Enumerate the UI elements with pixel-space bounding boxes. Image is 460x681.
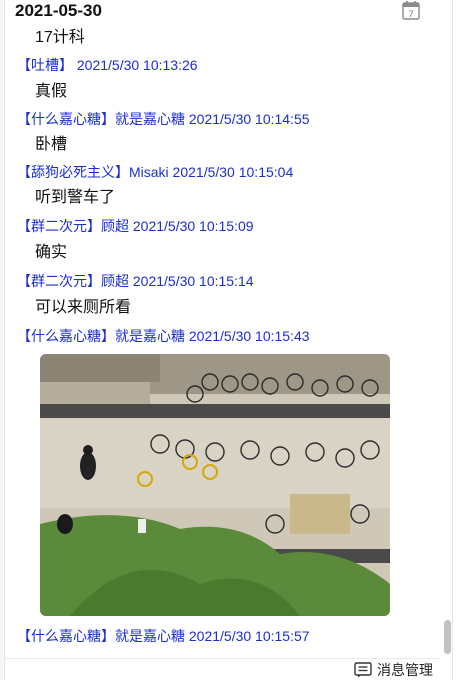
- message-header: 【群二次元】顾超 2021/5/30 10:15:14: [17, 273, 254, 289]
- message-header: 【舔狗必死主义】Misaki 2021/5/30 10:15:04: [17, 164, 294, 180]
- message-header: 【什么嘉心糖】就是嘉心糖 2021/5/30 10:15:57: [17, 628, 310, 644]
- message-header: 【什么嘉心糖】就是嘉心糖 2021/5/30 10:15:43: [17, 328, 310, 344]
- scrollbar-thumb[interactable]: [444, 620, 451, 654]
- footer-toolbar: 消息管理: [5, 658, 441, 681]
- message-manage-icon: [354, 662, 372, 678]
- message-text: 可以来厕所看: [35, 299, 132, 316]
- calendar-icon[interactable]: 7: [401, 0, 421, 20]
- message-image[interactable]: [40, 354, 390, 616]
- message-text: 确实: [35, 244, 68, 261]
- svg-text:7: 7: [408, 10, 414, 20]
- message-text: 卧槽: [35, 136, 68, 153]
- message-manage-button[interactable]: 消息管理: [354, 660, 433, 680]
- message-header: 【吐槽】 2021/5/30 10:13:26: [17, 57, 198, 73]
- message-text: 听到警车了: [35, 189, 116, 206]
- message-header: 【什么嘉心糖】就是嘉心糖 2021/5/30 10:14:55: [17, 111, 310, 127]
- message-manage-label: 消息管理: [377, 662, 433, 678]
- date-heading: 2021-05-30: [15, 1, 102, 20]
- message-header: 【群二次元】顾超 2021/5/30 10:15:09: [17, 218, 254, 234]
- message-text: 真假: [35, 83, 68, 100]
- message-text: 17计科: [35, 29, 85, 46]
- window-right-edge: [452, 0, 460, 680]
